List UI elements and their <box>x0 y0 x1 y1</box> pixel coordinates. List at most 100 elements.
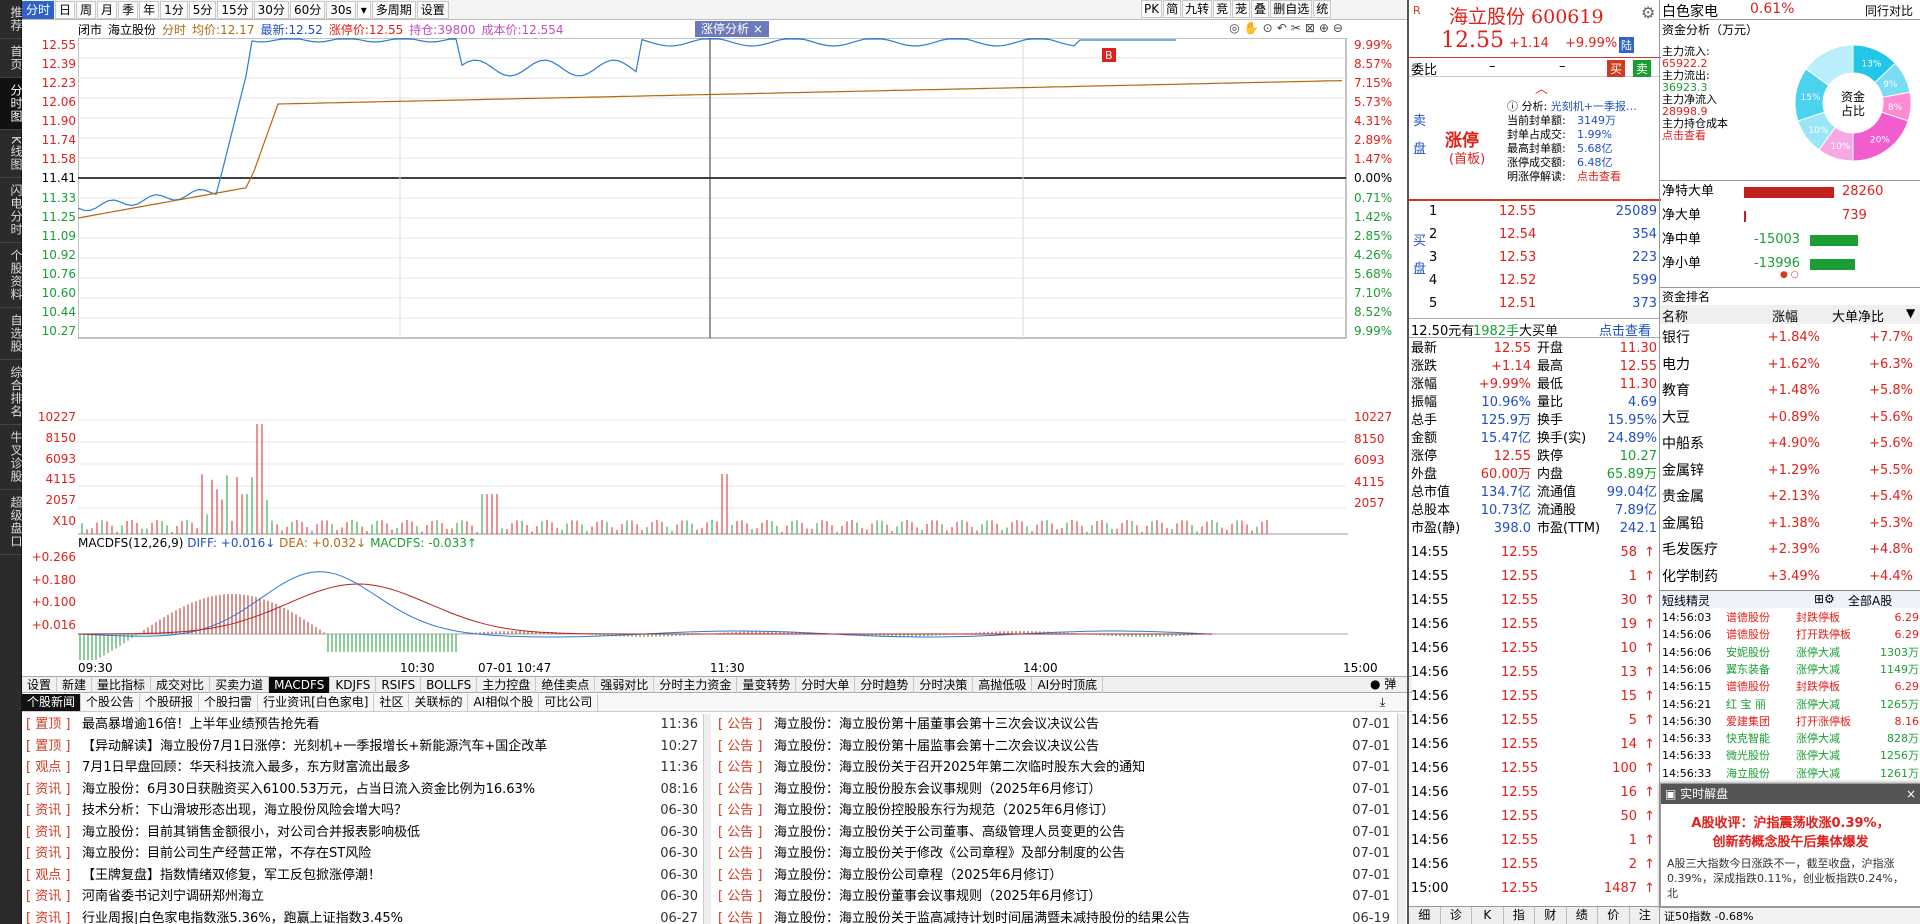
news-tab[interactable]: 可比公司 <box>539 694 599 711</box>
news-tab[interactable]: 关联标的 <box>409 694 469 711</box>
news-title[interactable]: 海立股份：目前公司生产经营正常，不存在ST风险 <box>82 843 652 865</box>
news-title[interactable]: 海立股份：海立股份第十届董事会第十三次会议决议公告 <box>774 714 1344 736</box>
news-tab[interactable]: 社区 <box>374 694 410 711</box>
indicator-tab[interactable]: KDJFS <box>330 676 377 693</box>
toolbar-right-button[interactable]: 简 <box>1163 0 1182 18</box>
chart-tools-icon[interactable]: ◎✋⊙↶✂⊠⊕⊖ <box>1229 21 1347 35</box>
news-title[interactable]: 行业周报|白色家电指数涨5.36%，跑赢上证指数3.45% <box>82 908 652 924</box>
rank-header-cell[interactable]: 涨幅 <box>1772 306 1798 325</box>
peer-compare-link[interactable]: 同行对比 <box>1865 2 1913 19</box>
bid-level[interactable]: 3 12.53 223 <box>1409 248 1661 268</box>
rank-row[interactable]: 教育 +1.48% +5.8% <box>1660 378 1920 404</box>
fund-pie-chart[interactable]: 13%9% 8% 20% 10%10% 15% 资金占比 <box>1790 40 1916 166</box>
rail-item[interactable]: 闪电分时 <box>0 178 23 243</box>
news-item[interactable]: [ 资讯 ] 海立股份：6月30日获融资买入6100.53万元，占当日流入资金比例… <box>22 779 702 801</box>
indicator-tab[interactable]: 分时趋势 <box>855 676 915 693</box>
wizard-row[interactable]: 14:56:06 谱德股份 打开跌停板 6.29 <box>1660 626 1920 643</box>
rank-row[interactable]: 金属铅 +1.38% +5.3% <box>1660 511 1920 537</box>
indicator-tab[interactable]: 量比指标 <box>92 676 152 693</box>
news-tab[interactable]: 个股研报 <box>140 694 200 711</box>
close-icon[interactable]: × <box>753 22 763 36</box>
wizard-row[interactable]: 14:56:33 微光股份 涨停大减 1256万 <box>1660 747 1920 764</box>
period-button[interactable]: 季 <box>118 0 139 19</box>
period-button[interactable]: 分时 <box>22 0 55 19</box>
period-button[interactable]: 15分 <box>217 0 253 19</box>
toolbar-extra-button[interactable]: 设置 <box>416 0 449 19</box>
quote-bottom-tab[interactable]: 注 <box>1630 907 1661 924</box>
settings-icon[interactable]: ⚙ <box>1641 3 1655 22</box>
quote-bottom-tab[interactable]: K <box>1472 907 1504 924</box>
rail-item[interactable]: 个股资料 <box>0 243 23 308</box>
news-item[interactable]: [ 公告 ] 海立股份：海立股份第十届董事会第十三次会议决议公告 07-01 <box>714 714 1394 736</box>
period-button[interactable]: 30s <box>326 0 356 19</box>
news-item[interactable]: [ 观点 ] 【王牌复盘】指数情绪双修复，军工反包掀涨停潮！ 06-30 <box>22 865 702 887</box>
indicator-tab[interactable]: AI分时顶底 <box>1032 676 1104 693</box>
news-item[interactable]: [ 观点 ] 7月1日早盘回顾：华天科技流入最多，东方财富流出最多 11:36 <box>22 757 702 779</box>
news-title[interactable]: 海立股份：海立股份关于公司董事、高级管理人员变更的公告 <box>774 822 1344 844</box>
bid-level[interactable]: 4 12.52 599 <box>1409 271 1661 291</box>
period-button[interactable]: 30分 <box>253 0 289 19</box>
rail-item[interactable]: 首页 <box>0 39 23 78</box>
toolbar-right-button[interactable]: 九转 <box>1182 0 1213 18</box>
period-button[interactable]: 周 <box>76 0 97 19</box>
wizard-row[interactable]: 14:56:06 安妮股份 涨停大减 1303万 <box>1660 644 1920 661</box>
news-title[interactable]: 海立股份：目前其销售金额很小，对公司合并报表影响极低 <box>82 822 652 844</box>
bullet-toggle[interactable]: ● 弹 <box>1370 676 1410 693</box>
news-title[interactable]: 海立股份：海立股份董事会议事规则（2025年6月修订） <box>774 886 1344 908</box>
analysis-value[interactable]: 点击查看 <box>1577 170 1621 183</box>
news-item[interactable]: [ 公告 ] 海立股份：海立股份关于召开2025年第二次临时股东大会的通知 07-0… <box>714 757 1394 779</box>
news-title[interactable]: 海立股份：海立股份第十届监事会第十二次会议决议公告 <box>774 736 1344 758</box>
price-chart[interactable]: B <box>78 38 1348 426</box>
news-item[interactable]: [ 公告 ] 海立股份：海立股份公司章程（2025年6月修订） 07-01 <box>714 865 1394 887</box>
volume-chart[interactable] <box>78 410 1348 535</box>
news-item[interactable]: [ 资讯 ] 海立股份：目前其销售金额很小，对公司合并报表影响极低 06-30 <box>22 822 702 844</box>
news-tab[interactable]: AI相似个股 <box>468 694 540 711</box>
period-button[interactable]: 5分 <box>188 0 217 19</box>
news-tab[interactable]: 行业资讯[白色家电] <box>258 694 375 711</box>
news-item[interactable]: [ 公告 ] 海立股份：海立股份第十届监事会第十二次会议决议公告 07-01 <box>714 736 1394 758</box>
news-tab[interactable]: 个股扫雷 <box>199 694 259 711</box>
indicator-tab[interactable]: 买卖力道 <box>210 676 270 693</box>
news-item[interactable]: [ 公告 ] 海立股份：海立股份关于公司董事、高级管理人员变更的公告 07-01 <box>714 822 1394 844</box>
bid-level[interactable]: 2 12.54 354 <box>1409 225 1661 245</box>
toolbar-extra-button[interactable]: 多周期 <box>371 0 416 19</box>
news-tab[interactable]: 个股新闻 <box>22 694 82 711</box>
news-scrollbar-right[interactable] <box>1397 714 1406 924</box>
indicator-tab[interactable]: MACDFS <box>269 676 331 693</box>
rail-item[interactable]: 超级盘口 <box>0 490 23 555</box>
news-scrollbar[interactable] <box>703 714 711 924</box>
rank-row[interactable]: 大豆 +0.89% +5.6% <box>1660 405 1920 431</box>
period-button[interactable]: 月 <box>97 0 118 19</box>
limit-analysis-tab[interactable]: 涨停分析 × <box>695 21 769 37</box>
toolbar-right-button[interactable]: 删自选 <box>1270 0 1313 18</box>
news-title[interactable]: 7月1日早盘回顾：华天科技流入最多，东方财富流出最多 <box>82 757 652 779</box>
news-title[interactable]: 海立股份：6月30日获融资买入6100.53万元，占当日流入资金比例为16.63… <box>82 779 652 801</box>
news-title[interactable]: 最高暴增逾16倍！上半年业绩预告抢先看 <box>82 714 652 736</box>
wizard-row[interactable]: 14:56:03 谱德股份 封跌停板 6.29 <box>1660 609 1920 626</box>
rank-header-cell[interactable]: 名称 <box>1662 306 1688 325</box>
news-tab[interactable]: 个股公告 <box>81 694 141 711</box>
toolbar-right-button[interactable]: 竞 <box>1213 0 1232 18</box>
buy-button[interactable]: 买 <box>1607 60 1626 77</box>
indicator-tab[interactable]: 分时大单 <box>796 676 856 693</box>
news-title[interactable]: 技术分析：下山滑坡形态出现，海立股份风险会增大吗？ <box>82 800 652 822</box>
news-item[interactable]: [ 公告 ] 海立股份：海立股份控股股东行为规范（2025年6月修订） 07-01 <box>714 800 1394 822</box>
news-item[interactable]: [ 公告 ] 海立股份：海立股份董事会议事规则（2025年6月修订） 07-01 <box>714 886 1394 908</box>
rank-row[interactable]: 金属锌 +1.29% +5.5% <box>1660 458 1920 484</box>
wizard-scope-select[interactable]: 全部A股 <box>1848 592 1892 609</box>
rank-row[interactable]: 贵金属 +2.13% +5.4% <box>1660 484 1920 510</box>
rank-header-cell[interactable]: 大单净比 <box>1832 306 1884 325</box>
indicator-tab[interactable]: 新建 <box>57 676 93 693</box>
rank-row[interactable]: 银行 +1.84% +7.7% <box>1660 325 1920 351</box>
news-title[interactable]: 海立股份：海立股份关于修改《公司章程》及部分制度的公告 <box>774 843 1344 865</box>
news-title[interactable]: 海立股份：海立股份股东会议事规则（2025年6月修订） <box>774 779 1344 801</box>
big-order-link[interactable]: 点击查看 <box>1599 320 1651 339</box>
period-button[interactable]: 60分 <box>289 0 326 19</box>
news-item[interactable]: [ 资讯 ] 海立股份：目前公司生产经营正常，不存在ST风险 06-30 <box>22 843 702 865</box>
news-title[interactable]: 海立股份：海立股份控股股东行为规范（2025年6月修订） <box>774 800 1344 822</box>
wizard-row[interactable]: 14:56:33 海立股份 涨停大减 1261万 <box>1660 765 1920 782</box>
wizard-row[interactable]: 14:56:21 红 宝 丽 涨停大减 1265万 <box>1660 696 1920 713</box>
wizard-tools-icon[interactable]: ⊞⚙ <box>1814 592 1835 606</box>
toolbar-right-button[interactable]: PK <box>1141 0 1163 18</box>
news-title[interactable]: 河南省委书记刘宁调研郑州海立 <box>82 886 652 908</box>
